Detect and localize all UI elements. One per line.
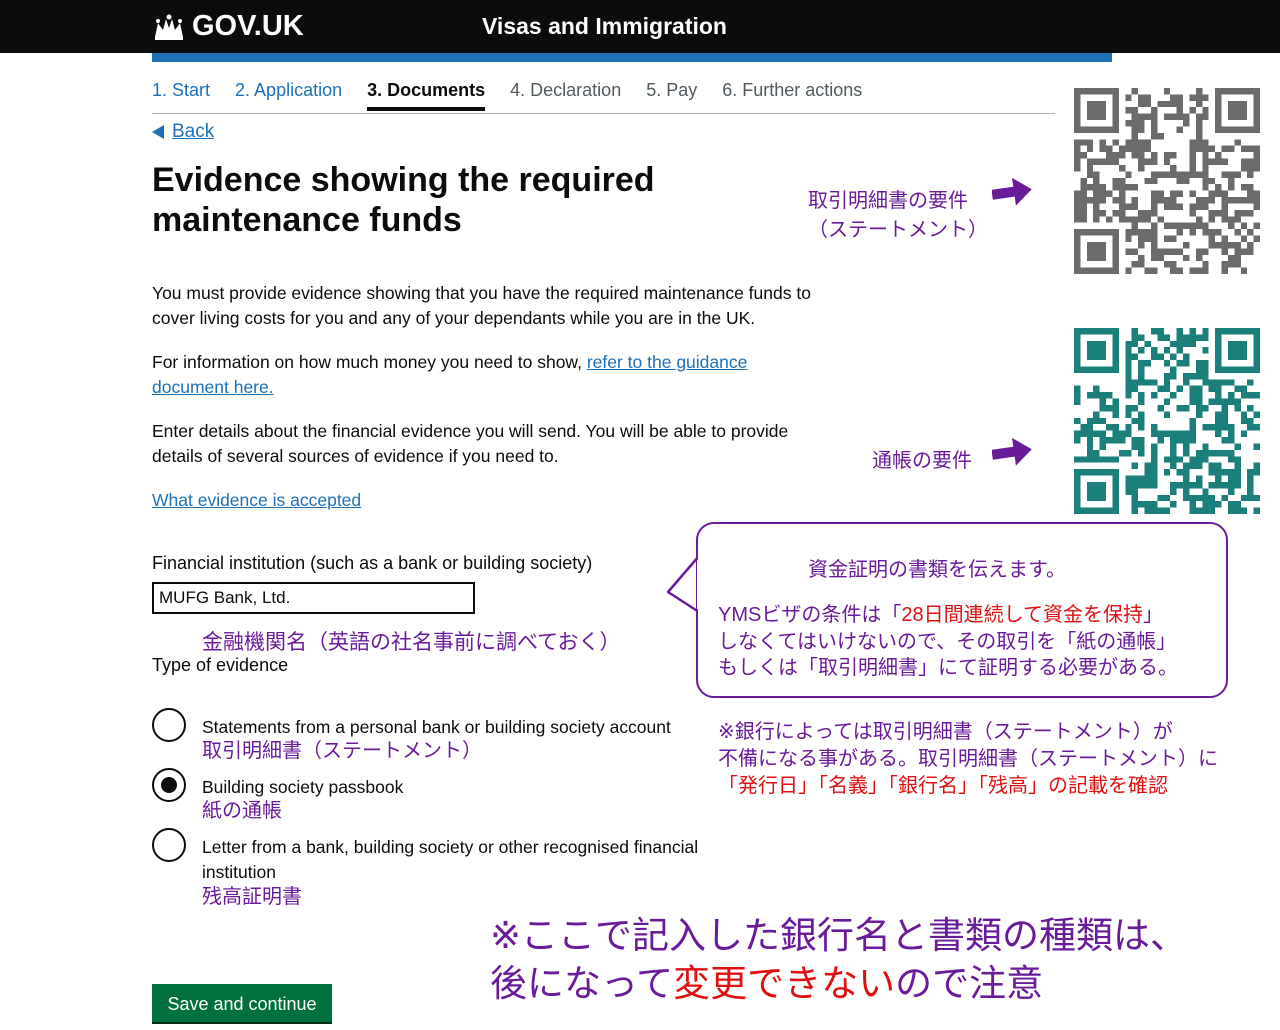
radio-passbook-label[interactable]: Building society passbook 紙の通帳: [202, 775, 742, 822]
arrow-right-icon: [992, 178, 1032, 206]
radio-letter-label[interactable]: Letter from a bank, building society or …: [202, 835, 742, 909]
statement-requirements-sub: （ステートメント）: [808, 219, 988, 241]
guidance-paragraph: For information on how much money you ne…: [152, 350, 792, 400]
details-paragraph: Enter details about the financial eviden…: [152, 421, 789, 466]
logo-text: GOV.UK: [192, 10, 304, 42]
header-blue-bar: [152, 53, 1112, 62]
evidence-type-label: Type of evidence: [152, 655, 289, 675]
big-warning-2-red: 変更できない: [673, 963, 896, 1004]
note-line-3: 「発行日」「名義」「銀行名」「残高」の記載を確認: [718, 775, 1168, 797]
step-start[interactable]: 1. Start: [152, 80, 210, 111]
radio-statements-label[interactable]: Statements from a personal bank or build…: [202, 715, 742, 762]
back-label: Back: [172, 121, 215, 142]
callout-line-1-red: 28日間連続して資金を保持: [901, 604, 1143, 626]
callout-line-1b: 」: [1143, 604, 1163, 626]
radio-letter[interactable]: [152, 828, 186, 862]
big-warning-2a: 後になって: [490, 963, 674, 1004]
back-arrow-icon: [152, 125, 164, 139]
radio-passbook-jp: 紙の通帳: [202, 800, 282, 822]
service-name[interactable]: Visas and Immigration: [482, 13, 727, 40]
big-warning-2b: ので注意: [895, 963, 1044, 1004]
radio-letter-text: Letter from a bank, building society or …: [202, 837, 699, 882]
radio-passbook[interactable]: [152, 768, 186, 802]
callout-title: 資金証明の書類を伝えます。: [808, 559, 1066, 581]
note-line-2: 不備になる事がある。取引明細書（ステートメント）に: [718, 748, 1218, 770]
step-navigation: 1. Start 2. Application 3. Documents 4. …: [152, 80, 862, 111]
evidence-accepted-paragraph: What evidence is accepted: [152, 488, 361, 513]
step-pay: 5. Pay: [646, 80, 698, 100]
radio-letter-jp: 残高証明書: [202, 886, 302, 908]
govuk-header: GOV.UK Visas and Immigration: [0, 0, 1280, 53]
qr-code-passbook-requirements[interactable]: [1074, 328, 1260, 514]
step-further-actions: 6. Further actions: [722, 80, 863, 100]
page-title: Evidence showing the required maintenanc…: [152, 161, 655, 239]
radio-statements[interactable]: [152, 708, 186, 742]
passbook-requirements-label: 通帳の要件: [872, 450, 972, 472]
save-and-continue-button[interactable]: Save and continue: [152, 984, 332, 1022]
callout-line-1a: YMSビザの条件は「: [718, 604, 902, 626]
big-warning-line-2: 後になって変更できないので注意: [490, 960, 1270, 1008]
govuk-logo[interactable]: GOV.UK: [152, 10, 304, 43]
step-declaration: 4. Declaration: [510, 80, 622, 100]
bank-name-annotation: 金融機関名（英語の社名事前に調べておく）: [202, 631, 621, 654]
callout-line-3: もしくは「取引明細書」にて証明する必要がある。: [718, 657, 1178, 679]
step-divider: [152, 113, 1055, 114]
radio-statements-jp: 取引明細書（ステートメント）: [202, 740, 482, 762]
callout-line-1: YMSビザの条件は「28日間連続して資金を保持」: [718, 602, 1228, 629]
statement-warning-note: ※銀行によっては取引明細書（ステートメント）が 不備になる事がある。取引明細書（…: [718, 719, 1278, 800]
institution-label: Financial institution (such as a bank or…: [152, 553, 593, 573]
radio-passbook-text: Building society passbook: [202, 777, 404, 797]
institution-input[interactable]: MUFG Bank, Ltd.: [152, 582, 475, 614]
qr-code-statement-requirements[interactable]: [1074, 88, 1260, 274]
radio-statements-text: Statements from a personal bank or build…: [202, 717, 671, 737]
callout-line-2: しなくてはいけないので、その取引を「紙の通帳」: [718, 630, 1177, 653]
big-warning-line-1: ※ここで記入した銀行名と書類の種類は、: [490, 915, 1188, 956]
guidance-text: For information on how much money you ne…: [152, 352, 587, 372]
callout-body: YMSビザの条件は「28日間連続して資金を保持」 しなくてはいけないので、その取…: [718, 602, 1228, 682]
intro-paragraph: You must provide evidence showing that y…: [152, 283, 811, 328]
back-link[interactable]: Back: [152, 121, 214, 143]
note-line-1: ※銀行によっては取引明細書（ステートメント）が: [718, 721, 1173, 743]
evidence-accepted-link[interactable]: What evidence is accepted: [152, 490, 361, 510]
arrow-right-icon: [992, 438, 1032, 466]
cannot-change-warning: ※ここで記入した銀行名と書類の種類は、 後になって変更できないので注意: [490, 912, 1270, 1008]
step-documents: 3. Documents: [367, 80, 486, 111]
step-application[interactable]: 2. Application: [235, 80, 342, 111]
crown-icon: [155, 14, 183, 40]
statement-requirements-label: 取引明細書の要件: [808, 190, 968, 212]
